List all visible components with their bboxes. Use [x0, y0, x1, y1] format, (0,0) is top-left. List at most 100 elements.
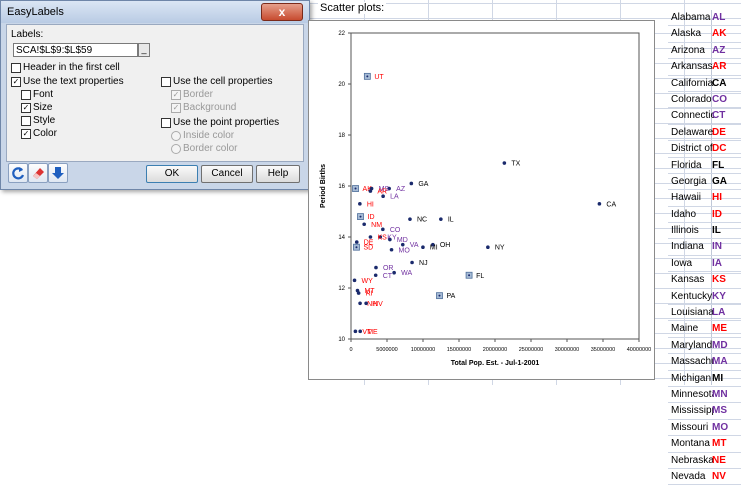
state-name-cell[interactable]: Nebraska — [671, 453, 714, 468]
state-name-cell[interactable]: Delaware — [671, 125, 714, 140]
state-abbr-cell[interactable]: MN — [712, 387, 728, 402]
state-row[interactable]: California CA — [668, 76, 741, 92]
state-row[interactable]: District of ColumbiaDC — [668, 141, 741, 158]
state-name-cell[interactable]: Arizona — [671, 43, 714, 58]
ok-button[interactable]: OK — [146, 165, 198, 183]
state-name-cell[interactable]: Georgia — [671, 174, 714, 189]
header-first-cell-checkbox[interactable] — [11, 63, 21, 73]
state-name-cell[interactable]: Alabama — [671, 10, 714, 25]
font-checkbox[interactable] — [21, 90, 31, 100]
state-abbr-cell[interactable]: MA — [712, 354, 728, 369]
border-checkbox[interactable]: ✓ — [171, 90, 181, 100]
state-name-cell[interactable]: Connecticut — [671, 108, 714, 123]
state-abbr-cell[interactable]: AZ — [712, 43, 725, 58]
state-name-cell[interactable]: Idaho — [671, 207, 714, 222]
state-abbr-cell[interactable]: HI — [712, 190, 722, 205]
state-name-cell[interactable]: Illinois — [671, 223, 714, 238]
state-name-cell[interactable]: Indiana — [671, 239, 714, 254]
use-text-properties-checkbox[interactable]: ✓ — [11, 77, 21, 87]
state-abbr-cell[interactable]: ME — [712, 321, 727, 336]
state-row[interactable]: Louisiana LA — [668, 305, 741, 322]
state-abbr-cell[interactable]: IL — [712, 223, 721, 238]
state-row[interactable]: Florida FL — [668, 158, 741, 174]
state-abbr-cell[interactable]: MO — [712, 420, 728, 435]
state-abbr-cell[interactable]: CO — [712, 92, 727, 107]
state-name-cell[interactable]: Mississippi — [671, 403, 714, 418]
labels-range-input[interactable]: SCA!$L$9:$L$59 — [13, 43, 138, 57]
state-abbr-cell[interactable]: MI — [712, 371, 723, 386]
state-abbr-cell[interactable]: DE — [712, 125, 726, 140]
state-abbr-cell[interactable]: AK — [712, 26, 726, 41]
state-name-cell[interactable]: District of Columbia — [671, 141, 714, 156]
state-abbr-cell[interactable]: IN — [712, 239, 722, 254]
scatter-chart-frame[interactable]: 0 5000000 10000000 15000000 20000000 25000000… — [308, 20, 655, 380]
state-row[interactable]: Arizona AZ — [668, 43, 741, 60]
state-name-cell[interactable]: Florida — [671, 158, 714, 173]
state-row[interactable]: MassachusettsMA — [668, 354, 741, 371]
state-row[interactable]: MississippiMS — [668, 403, 741, 420]
state-row[interactable]: Hawaii HI — [668, 190, 741, 207]
state-abbr-cell[interactable]: KY — [712, 289, 726, 304]
state-row[interactable]: Kentucky KY — [668, 289, 741, 306]
state-row[interactable]: Idaho ID — [668, 207, 741, 224]
state-name-cell[interactable]: California — [671, 76, 714, 91]
state-name-cell[interactable]: Colorado — [671, 92, 714, 107]
state-row[interactable]: Nevada NV — [668, 469, 741, 485]
state-name-cell[interactable]: Nevada — [671, 469, 714, 484]
state-abbr-cell[interactable]: MD — [712, 338, 728, 353]
use-point-properties-checkbox[interactable] — [161, 118, 171, 128]
range-select-button[interactable]: _ — [138, 43, 150, 57]
state-row[interactable]: Iowa IA — [668, 256, 741, 273]
border-color-radio[interactable] — [171, 144, 181, 154]
state-abbr-cell[interactable]: KS — [712, 272, 726, 287]
state-row[interactable]: Delaware DE — [668, 125, 741, 142]
state-row[interactable]: Alaska AK — [668, 26, 741, 43]
state-abbr-cell[interactable]: DC — [712, 141, 726, 156]
state-name-cell[interactable]: Missouri — [671, 420, 714, 435]
state-name-cell[interactable]: Iowa — [671, 256, 714, 271]
background-checkbox[interactable]: ✓ — [171, 103, 181, 113]
state-row[interactable]: ConnecticutCT — [668, 108, 741, 125]
state-abbr-cell[interactable]: GA — [712, 174, 727, 189]
state-abbr-cell[interactable]: NV — [712, 469, 726, 484]
state-name-cell[interactable]: Massachusetts — [671, 354, 714, 369]
state-row[interactable]: Kansas KS — [668, 272, 741, 289]
use-cell-properties-checkbox[interactable] — [161, 77, 171, 87]
eraser-button[interactable] — [28, 163, 48, 183]
state-row[interactable]: Maryland MD — [668, 338, 741, 355]
state-name-cell[interactable]: Minnesota — [671, 387, 714, 402]
state-abbr-cell[interactable]: MS — [712, 403, 727, 418]
state-abbr-cell[interactable]: MT — [712, 436, 726, 451]
scatter-plots-heading[interactable]: Scatter plots: — [318, 2, 387, 14]
inside-color-radio[interactable] — [171, 131, 181, 141]
state-row[interactable]: Maine ME — [668, 321, 741, 338]
state-name-cell[interactable]: Kansas — [671, 272, 714, 287]
refresh-button[interactable] — [8, 163, 28, 183]
state-row[interactable]: Colorado CO — [668, 92, 741, 109]
size-checkbox[interactable]: ✓ — [21, 103, 31, 113]
state-row[interactable]: Minnesota MN — [668, 387, 741, 404]
color-checkbox[interactable]: ✓ — [21, 129, 31, 139]
down-arrow-button[interactable] — [48, 163, 68, 183]
state-name-cell[interactable]: Louisiana — [671, 305, 714, 320]
state-abbr-cell[interactable]: CT — [712, 108, 725, 123]
state-row[interactable]: Indiana IN — [668, 239, 741, 256]
state-name-cell[interactable]: Michigan — [671, 371, 714, 386]
state-row[interactable]: Nebraska NE — [668, 453, 741, 469]
state-abbr-cell[interactable]: FL — [712, 158, 724, 173]
state-abbr-cell[interactable]: CA — [712, 76, 726, 91]
state-abbr-cell[interactable]: ID — [712, 207, 722, 222]
state-name-cell[interactable]: Maryland — [671, 338, 714, 353]
state-abbr-cell[interactable]: LA — [712, 305, 725, 320]
state-abbr-cell[interactable]: AL — [712, 10, 725, 25]
state-row[interactable]: Missouri MO — [668, 420, 741, 437]
close-button[interactable]: x — [261, 3, 303, 21]
state-name-cell[interactable]: Montana — [671, 436, 714, 451]
state-row[interactable]: Illinois IL — [668, 223, 741, 240]
dialog-titlebar[interactable]: EasyLabels x — [1, 1, 309, 23]
state-name-cell[interactable]: Kentucky — [671, 289, 714, 304]
state-name-cell[interactable]: Arkansas — [671, 59, 714, 74]
state-abbr-cell[interactable]: IA — [712, 256, 722, 271]
state-name-cell[interactable]: Maine — [671, 321, 714, 336]
help-button[interactable]: Help — [256, 165, 300, 183]
